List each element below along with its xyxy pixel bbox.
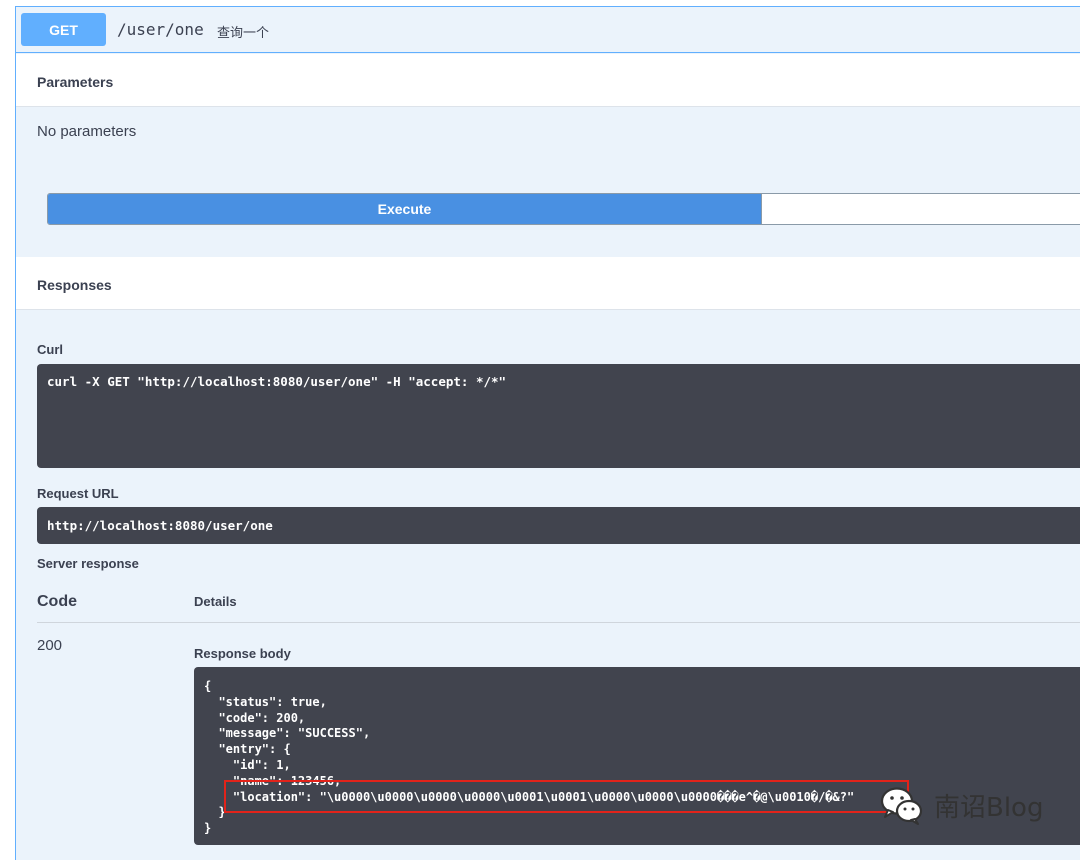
curl-command[interactable]: curl -X GET "http://localhost:8080/user/…: [37, 364, 1080, 468]
column-code-header: Code: [37, 593, 77, 610]
table-divider: [37, 622, 1080, 623]
server-response-label: Server response: [37, 556, 139, 571]
parameters-header: Parameters: [16, 54, 1080, 107]
responses-title: Responses: [37, 277, 112, 293]
operation-summary[interactable]: GET /user/one 查询一个: [16, 7, 1080, 53]
watermark: 南诏Blog: [880, 780, 1070, 830]
operation-block: GET /user/one 查询一个 Parameters No paramet…: [15, 6, 1080, 860]
curl-label: Curl: [37, 342, 63, 357]
column-details-header: Details: [194, 594, 237, 609]
response-body-label: Response body: [194, 646, 291, 661]
responses-header: Responses: [16, 257, 1080, 310]
watermark-text: 南诏Blog: [934, 792, 1044, 823]
wechat-icon: [880, 785, 924, 825]
execute-button[interactable]: Execute: [48, 194, 762, 224]
request-url-label: Request URL: [37, 486, 119, 501]
status-code: 200: [37, 637, 63, 654]
request-url[interactable]: http://localhost:8080/user/one: [37, 507, 1080, 544]
no-parameters-text: No parameters: [37, 123, 137, 140]
execute-wrapper: Execute: [47, 193, 1080, 225]
method-badge: GET: [21, 13, 106, 46]
location-highlight-box: [224, 780, 909, 813]
operation-description: 查询一个: [217, 25, 270, 40]
operation-path: /user/one: [117, 20, 204, 39]
parameters-title: Parameters: [37, 74, 114, 90]
